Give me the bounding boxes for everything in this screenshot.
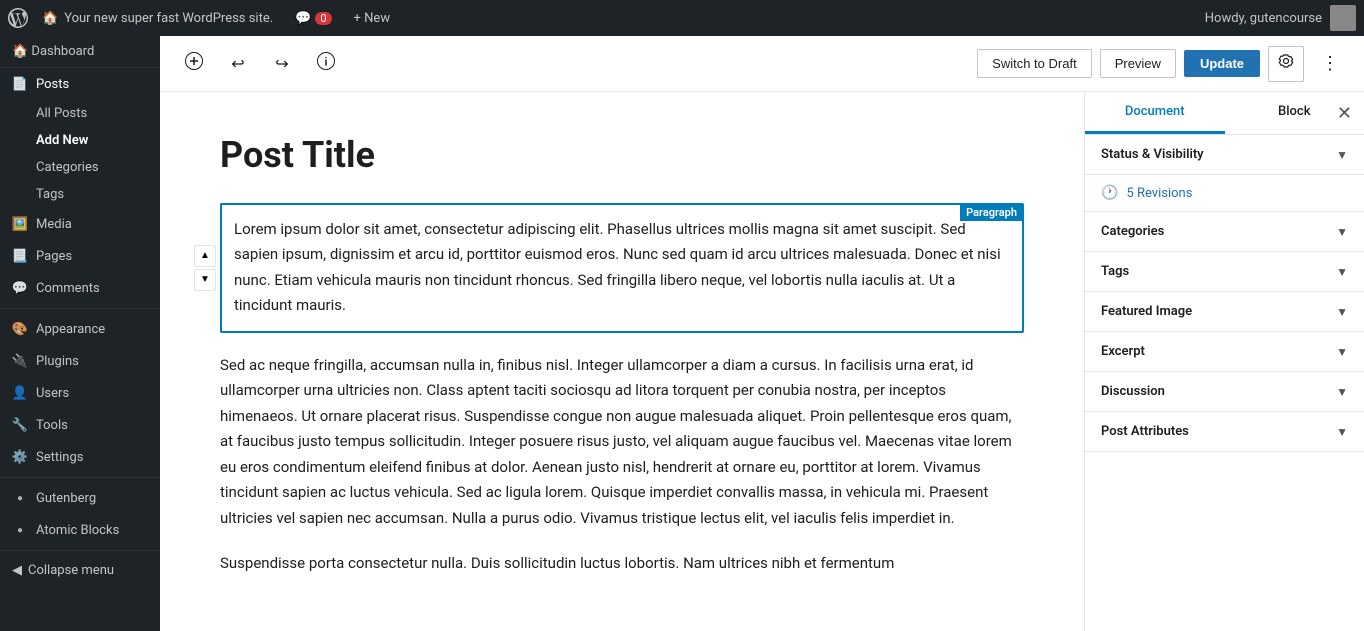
sidebar-item-all-posts[interactable]: All Posts [0, 100, 160, 127]
section-excerpt-header[interactable]: Excerpt ▼ [1085, 332, 1364, 371]
tools-icon: 🔧 [12, 417, 28, 433]
more-icon: ⋮ [1321, 53, 1339, 74]
paragraph-block[interactable]: Paragraph ▲ ▼ Lorem ipsum dolor sit amet… [220, 203, 1024, 333]
block-arrows: ▲ ▼ [194, 245, 216, 291]
add-icon [185, 52, 203, 75]
sidebar-item-media[interactable]: 🖼️ Media [0, 208, 160, 240]
comment-icon: 💬 [295, 11, 311, 26]
comments-icon: 💬 [12, 280, 28, 296]
sidebar-item-appearance[interactable]: 🎨 Appearance [0, 313, 160, 345]
section-excerpt: Excerpt ▼ [1085, 332, 1364, 372]
post-title[interactable]: Post Title [220, 132, 1024, 179]
section-revisions: 🕐 5 Revisions [1085, 175, 1364, 212]
settings-button[interactable] [1268, 46, 1304, 82]
appearance-icon: 🎨 [12, 321, 28, 337]
sidebar-item-users[interactable]: 👤 Users [0, 377, 160, 409]
avatar [1330, 5, 1356, 31]
wp-logo[interactable] [8, 8, 28, 28]
gutenberg-icon: ● [12, 490, 28, 506]
sidebar-item-plugins[interactable]: 🔌 Plugins [0, 345, 160, 377]
sidebar-item-posts[interactable]: 📄 Posts [0, 68, 160, 100]
section-post-attributes: Post Attributes ▼ [1085, 412, 1364, 452]
collapse-menu[interactable]: ◀ Collapse menu [0, 555, 160, 586]
clock-icon: 🕐 [1101, 185, 1118, 201]
chevron-down-icon-5: ▼ [1336, 345, 1348, 359]
section-categories: Categories ▼ [1085, 212, 1364, 252]
editor-toolbar: ↩ ↪ Switch to Draft Preview Update [160, 36, 1364, 92]
users-icon: 👤 [12, 385, 28, 401]
new-menu[interactable]: + New [346, 11, 399, 26]
paragraph-2[interactable]: Sed ac neque fringilla, accumsan nulla i… [220, 353, 1024, 532]
user-menu[interactable]: Howdy, gutencourse [1205, 5, 1356, 31]
chevron-down-icon-7: ▼ [1336, 425, 1348, 439]
section-discussion-header[interactable]: Discussion ▼ [1085, 372, 1364, 411]
sidebar: 🏠 Dashboard 📄 Posts All Posts Add New Ca… [0, 36, 160, 631]
switch-to-draft-button[interactable]: Switch to Draft [977, 49, 1092, 78]
section-categories-header[interactable]: Categories ▼ [1085, 212, 1364, 251]
sidebar-item-tags[interactable]: Tags [0, 181, 160, 208]
editor-wrapper: ↩ ↪ Switch to Draft Preview Update [160, 36, 1364, 631]
section-status-visibility-header[interactable]: Status & Visibility ▼ [1085, 135, 1364, 174]
sidebar-item-dashboard[interactable]: 🏠 Dashboard [0, 36, 160, 68]
move-down-arrow[interactable]: ▼ [194, 269, 216, 291]
sidebar-item-atomic-blocks[interactable]: ● Atomic Blocks [0, 514, 160, 546]
posts-submenu: All Posts Add New Categories Tags [0, 100, 160, 208]
chevron-down-icon-3: ▼ [1336, 265, 1348, 279]
tab-document[interactable]: Document [1085, 92, 1225, 134]
info-button[interactable] [308, 46, 344, 82]
sidebar-item-categories[interactable]: Categories [0, 154, 160, 181]
sidebar-item-comments[interactable]: 💬 Comments [0, 272, 160, 304]
main-layout: 🏠 Dashboard 📄 Posts All Posts Add New Ca… [0, 36, 1364, 631]
sidebar-item-pages[interactable]: 📃 Pages [0, 240, 160, 272]
section-discussion: Discussion ▼ [1085, 372, 1364, 412]
update-button[interactable]: Update [1184, 50, 1260, 77]
redo-icon: ↪ [275, 54, 288, 74]
settings-icon: ⚙️ [12, 449, 28, 465]
section-featured-image-header[interactable]: Featured Image ▼ [1085, 292, 1364, 331]
media-icon: 🖼️ [12, 216, 28, 232]
editor-content-row: Post Title Paragraph ▲ ▼ Lorem ipsum dol… [160, 92, 1364, 631]
dashboard-icon: 🏠 [12, 44, 28, 59]
section-post-attributes-header[interactable]: Post Attributes ▼ [1085, 412, 1364, 451]
plugins-icon: 🔌 [12, 353, 28, 369]
info-icon [317, 52, 335, 75]
redo-button[interactable]: ↪ [264, 46, 300, 82]
preview-button[interactable]: Preview [1100, 49, 1176, 78]
pages-icon: 📃 [12, 248, 28, 264]
sidebar-item-gutenberg[interactable]: ● Gutenberg [0, 482, 160, 514]
sidebar-item-tools[interactable]: 🔧 Tools [0, 409, 160, 441]
sidebar-item-settings[interactable]: ⚙️ Settings [0, 441, 160, 473]
block-text[interactable]: Lorem ipsum dolor sit amet, consectetur … [234, 217, 1010, 319]
more-options-button[interactable]: ⋮ [1312, 46, 1348, 82]
paragraph-3[interactable]: Suspendisse porta consectetur nulla. Dui… [220, 551, 1024, 577]
house-icon: 🏠 [42, 11, 58, 26]
section-featured-image: Featured Image ▼ [1085, 292, 1364, 332]
atomic-blocks-icon: ● [12, 522, 28, 538]
chevron-down-icon-2: ▼ [1336, 225, 1348, 239]
section-tags: Tags ▼ [1085, 252, 1364, 292]
comments-link[interactable]: 💬 0 [287, 11, 339, 26]
settings-gear-icon [1277, 52, 1295, 75]
paragraph-badge: Paragraph [960, 204, 1023, 221]
panel-tabs: Document Block ✕ [1085, 92, 1364, 135]
undo-icon: ↩ [231, 54, 244, 74]
chevron-down-icon-6: ▼ [1336, 385, 1348, 399]
section-tags-header[interactable]: Tags ▼ [1085, 252, 1364, 291]
add-block-button[interactable] [176, 46, 212, 82]
posts-icon: 📄 [12, 76, 28, 92]
site-name[interactable]: 🏠 Your new super fast WordPress site. [34, 11, 281, 26]
section-status-visibility: Status & Visibility ▼ [1085, 135, 1364, 175]
revisions-link[interactable]: 🕐 5 Revisions [1085, 175, 1364, 211]
chevron-down-icon-4: ▼ [1336, 305, 1348, 319]
close-panel-button[interactable]: ✕ [1333, 100, 1356, 126]
editor-content[interactable]: Post Title Paragraph ▲ ▼ Lorem ipsum dol… [160, 92, 1084, 631]
document-panel: Document Block ✕ Status & Visibility ▼ 🕐… [1084, 92, 1364, 631]
toolbar-right: Switch to Draft Preview Update ⋮ [977, 46, 1348, 82]
move-up-arrow[interactable]: ▲ [194, 245, 216, 267]
collapse-icon: ◀ [12, 563, 22, 578]
chevron-down-icon: ▼ [1336, 148, 1348, 162]
admin-bar: 🏠 Your new super fast WordPress site. 💬 … [0, 0, 1364, 36]
undo-button[interactable]: ↩ [220, 46, 256, 82]
sidebar-item-add-new[interactable]: Add New [0, 127, 160, 154]
